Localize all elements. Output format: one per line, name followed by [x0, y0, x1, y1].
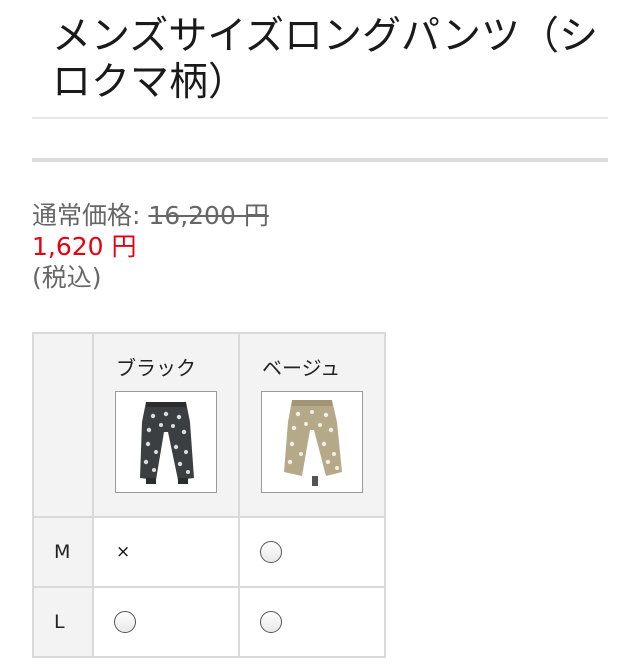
regular-price: 16,200 円: [148, 201, 269, 230]
variant-cell-beige-m[interactable]: [238, 516, 386, 588]
variant-radio-beige-m[interactable]: [260, 541, 282, 563]
size-label: M: [32, 516, 94, 588]
product-title: メンズサイズロングパンツ（シロクマ柄）: [52, 14, 599, 105]
variant-radio-black-l[interactable]: [114, 611, 136, 633]
variant-cell-black-m: ×: [92, 516, 240, 588]
pants-beige-thumbnail: [261, 391, 363, 493]
variant-header-row: ブラック ベージュ: [32, 332, 386, 518]
divider-thick: [32, 158, 608, 162]
divider: [32, 117, 608, 119]
regular-price-label: 通常価格:: [32, 201, 141, 230]
variant-cell-beige-l[interactable]: [238, 586, 386, 658]
color-name: ベージュ: [262, 356, 341, 380]
size-row-l: L: [32, 586, 386, 658]
color-column-beige: ベージュ: [238, 332, 386, 518]
variant-cell-black-l[interactable]: [92, 586, 240, 658]
regular-price-row: 通常価格: 16,200 円: [32, 200, 269, 231]
variant-radio-beige-l[interactable]: [260, 611, 282, 633]
sale-price: 1,620 円: [32, 232, 137, 261]
pants-black-thumbnail: [115, 391, 217, 493]
variant-matrix: ブラック ベージュ M × L: [32, 332, 386, 658]
price-block: 通常価格: 16,200 円 1,620 円 (税込): [32, 200, 269, 293]
tax-note: (税込): [32, 263, 102, 292]
color-column-black: ブラック: [92, 332, 240, 518]
matrix-corner: [32, 332, 94, 518]
size-label: L: [32, 586, 94, 658]
color-name: ブラック: [116, 356, 196, 380]
soldout-mark: ×: [116, 542, 131, 562]
size-row-m: M ×: [32, 516, 386, 588]
